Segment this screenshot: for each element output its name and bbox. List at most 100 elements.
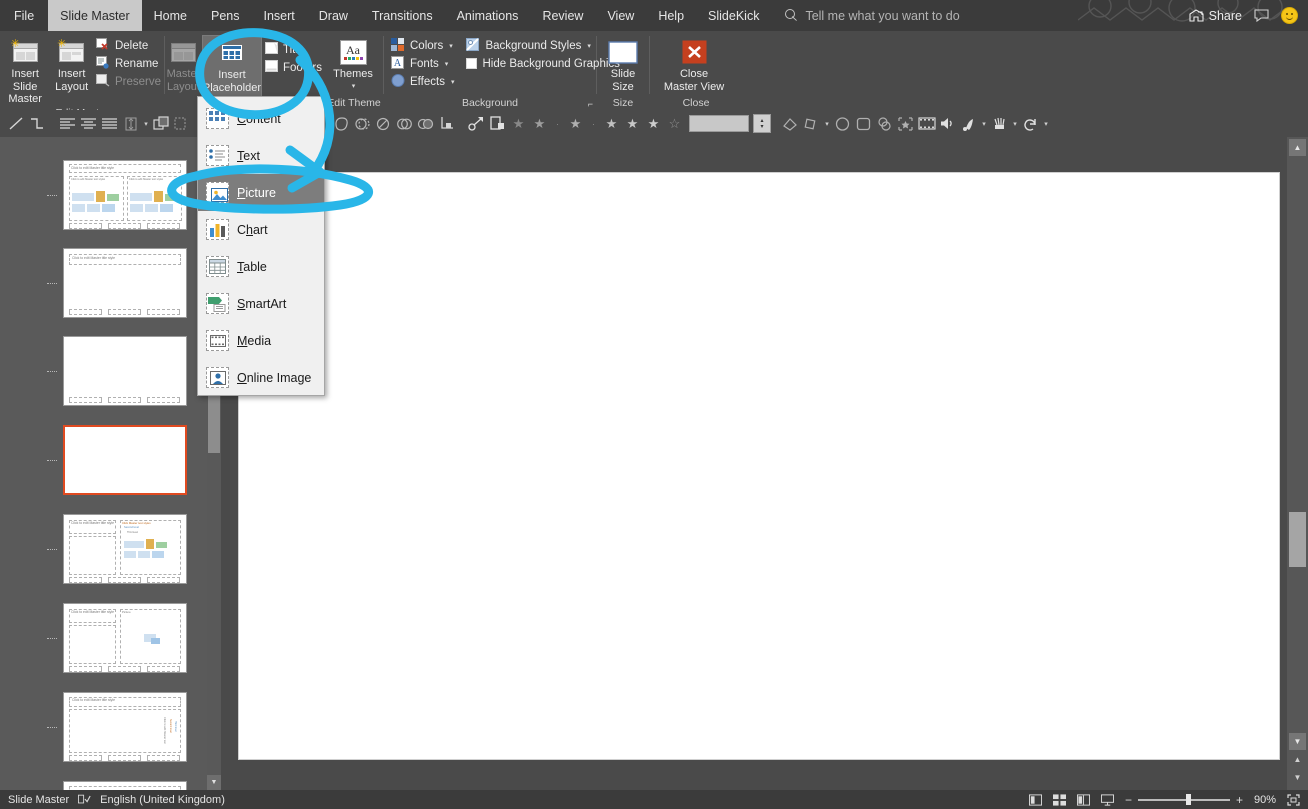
ink-pen-caret-icon[interactable]: ▾ (979, 113, 989, 134)
canvas-scroll-thumb[interactable] (1289, 512, 1306, 567)
insert-placeholder-dropdown-menu[interactable]: Content Text Picture Chart Table SmartAr… (197, 96, 325, 396)
tab-slide-master[interactable]: Slide Master (48, 0, 142, 31)
insert-placeholder-button[interactable]: Insert Placeholder (201, 35, 262, 103)
ink-brush-caret-icon[interactable]: ▾ (1010, 113, 1020, 134)
canvas-scroll-up-button[interactable]: ▲ (1289, 139, 1306, 156)
star-style-7-icon[interactable]: ☆ (664, 113, 685, 134)
menu-item-chart[interactable]: Chart (198, 211, 324, 248)
slide-editing-canvas[interactable] (221, 137, 1287, 790)
canvas-scroll-down-button[interactable]: ▼ (1289, 733, 1306, 750)
align-justify-icon[interactable] (99, 113, 120, 134)
shape-intersect-icon[interactable] (394, 113, 415, 134)
layout-thumbnail-2[interactable]: Click to edit Master title style (63, 248, 187, 318)
normal-view-icon[interactable] (1028, 793, 1042, 806)
slide-sorter-icon[interactable] (1052, 793, 1066, 806)
insert-shape-icon[interactable] (487, 113, 508, 134)
star-style-5-icon[interactable]: ★ (622, 113, 643, 134)
menu-item-content[interactable]: Content (198, 100, 324, 137)
align-left-icon[interactable] (57, 113, 78, 134)
layout-thumbnail-3[interactable] (63, 336, 187, 406)
close-master-view-button[interactable]: Close Master View (650, 35, 738, 93)
star-style-3-icon[interactable]: ★ (565, 113, 586, 134)
tab-slidekick[interactable]: SlideKick (696, 0, 771, 31)
tab-file[interactable]: File (0, 0, 48, 31)
style-gallery-stepper[interactable]: ▴ ▾ (753, 114, 771, 133)
align-center-icon[interactable] (78, 113, 99, 134)
selection-pane-icon[interactable] (895, 113, 916, 134)
tab-review[interactable]: Review (530, 0, 595, 31)
delete-master-button[interactable]: Delete (93, 37, 164, 54)
themes-button[interactable]: Aa Themes ▾ (325, 35, 381, 93)
shape-union-icon[interactable] (352, 113, 373, 134)
shape-blob-icon[interactable] (331, 113, 352, 134)
shape-effects-icon[interactable] (874, 113, 895, 134)
title-checkbox[interactable] (265, 42, 278, 57)
slide-size-button[interactable]: Slide Size (597, 35, 649, 93)
insert-layout-button[interactable]: ✳ Insert Layout (50, 35, 93, 93)
tab-transitions[interactable]: Transitions (360, 0, 445, 31)
menu-item-media[interactable]: Media (198, 322, 324, 359)
connector-tool-icon[interactable] (27, 113, 48, 134)
share-button[interactable]: Share (1189, 9, 1242, 23)
menu-item-online-image[interactable]: Online Image (198, 359, 324, 396)
zoom-level-label[interactable]: 90% (1254, 794, 1276, 806)
ellipse-shape-icon[interactable] (832, 113, 853, 134)
undo-ink-icon[interactable] (1020, 113, 1041, 134)
menu-item-smartart[interactable]: SmartArt (198, 285, 324, 322)
arrange-icon[interactable] (151, 113, 172, 134)
layout-thumbnail-8[interactable] (63, 781, 187, 790)
layout-thumbnail-6[interactable]: Click to edit Master title style Picture (63, 603, 187, 673)
master-layout-button[interactable]: Master Layout (165, 35, 202, 93)
shape-style-gallery[interactable] (689, 115, 749, 132)
star-style-2-icon[interactable]: ★ (529, 113, 550, 134)
background-dialog-launcher[interactable]: ⌐ (588, 99, 593, 109)
next-slide-button[interactable]: ▼ (1289, 769, 1306, 786)
rename-master-button[interactable]: Rename (93, 55, 164, 72)
theme-colors-button[interactable]: Colors ▾ (388, 37, 457, 54)
slide-surface[interactable] (238, 172, 1280, 760)
tab-animations[interactable]: Animations (445, 0, 531, 31)
canvas-vertical-scrollbar[interactable]: ▲ ▼ ▲ ▼ (1287, 137, 1308, 790)
star-style-1-icon[interactable]: ★ (508, 113, 529, 134)
tab-insert[interactable]: Insert (251, 0, 306, 31)
layout-thumbnail-1[interactable]: Click to edit Master title style Click t… (63, 160, 187, 230)
thumb-scroll-down-button[interactable]: ▼ (207, 775, 221, 790)
ink-pen-icon[interactable] (958, 113, 979, 134)
zoom-out-button[interactable]: − (1125, 793, 1132, 807)
tab-draw[interactable]: Draw (307, 0, 360, 31)
tab-pens[interactable]: Pens (199, 0, 252, 31)
fonts-caret-icon[interactable]: ▾ (445, 60, 449, 68)
zoom-in-button[interactable]: + (1236, 793, 1243, 807)
shape-subtract-icon[interactable] (373, 113, 394, 134)
tab-home[interactable]: Home (142, 0, 199, 31)
themes-caret-icon[interactable]: ▾ (352, 81, 356, 94)
reading-view-icon[interactable] (1076, 793, 1090, 806)
zoom-handle[interactable] (1185, 794, 1191, 805)
ink-brush-icon[interactable] (989, 113, 1010, 134)
menu-item-text[interactable]: Text (198, 137, 324, 174)
layout-thumbnail-5[interactable]: Click to edit Master title style Click M… (63, 514, 187, 584)
insert-slide-master-button[interactable]: ✳ Insert Slide Master (0, 35, 50, 106)
colors-caret-icon[interactable]: ▾ (449, 42, 453, 50)
toolbar-overflow-caret-icon[interactable]: ▾ (1041, 113, 1051, 134)
tell-me-search[interactable]: Tell me what you want to do (771, 0, 960, 31)
slideshow-icon[interactable] (1100, 793, 1114, 806)
star-style-4-icon[interactable]: ★ (601, 113, 622, 134)
insert-video-icon[interactable] (916, 113, 937, 134)
background-styles-caret-icon[interactable]: ▾ (587, 42, 591, 50)
zoom-track[interactable] (1137, 794, 1230, 805)
zoom-slider[interactable]: − + (1125, 793, 1243, 807)
spellcheck-icon[interactable] (78, 794, 91, 806)
comments-icon[interactable] (1254, 9, 1269, 23)
shape-outline-icon[interactable] (801, 113, 822, 134)
preserve-master-button[interactable]: Preserve (93, 73, 164, 90)
fit-to-window-icon[interactable] (1287, 793, 1300, 806)
shape-outline-caret-icon[interactable]: ▾ (822, 113, 832, 134)
crop-icon[interactable] (436, 113, 457, 134)
shape-combine-icon[interactable] (415, 113, 436, 134)
line-spacing-caret-icon[interactable]: ▾ (141, 113, 151, 134)
rounded-rect-shape-icon[interactable] (853, 113, 874, 134)
tab-help[interactable]: Help (646, 0, 696, 31)
tab-view[interactable]: View (595, 0, 646, 31)
status-language[interactable]: English (United Kingdom) (100, 794, 225, 806)
